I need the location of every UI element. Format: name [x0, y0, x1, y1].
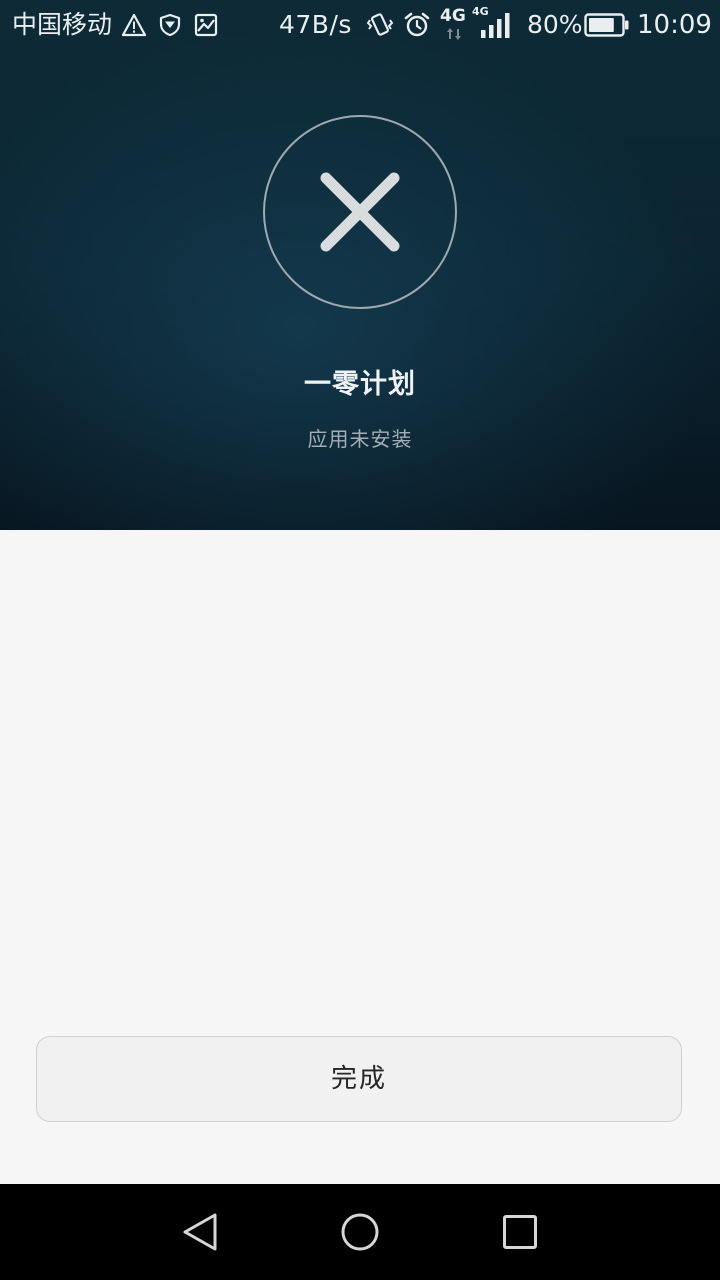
done-button[interactable]: 完成	[36, 1036, 682, 1122]
image-icon	[194, 13, 218, 37]
shield-icon	[159, 13, 181, 37]
4g-signal-icon: 4G	[472, 6, 514, 40]
vibrate-icon	[366, 13, 394, 36]
result-header: 中国移动 47B/s 4G 4G 80% 10:09 一零计划 应用未安装	[0, 0, 720, 530]
install-status: 应用未安装	[307, 427, 413, 451]
recent-apps-icon[interactable]	[496, 1208, 544, 1256]
clock: 10:09	[637, 10, 712, 40]
network-type-label: 4G	[440, 6, 466, 26]
alarm-icon	[404, 12, 430, 37]
network-speed: 47B/s	[279, 10, 352, 39]
carrier-label: 中国移动	[12, 10, 113, 39]
battery-icon	[584, 13, 629, 37]
app-name: 一零计划	[304, 369, 416, 400]
navigation-bar	[0, 1184, 720, 1280]
status-bar: 中国移动 47B/s 4G 4G 80% 10:09	[0, 0, 720, 50]
warning-icon	[121, 13, 147, 37]
back-icon[interactable]	[176, 1208, 224, 1256]
home-icon[interactable]	[336, 1208, 384, 1256]
screen: 中国移动 47B/s 4G 4G 80% 10:09 一零计划 应用未安装 完成	[0, 0, 720, 1280]
close-icon	[263, 115, 457, 309]
battery-percent: 80%	[527, 10, 583, 39]
4g-data-icon: 4G	[440, 6, 468, 42]
